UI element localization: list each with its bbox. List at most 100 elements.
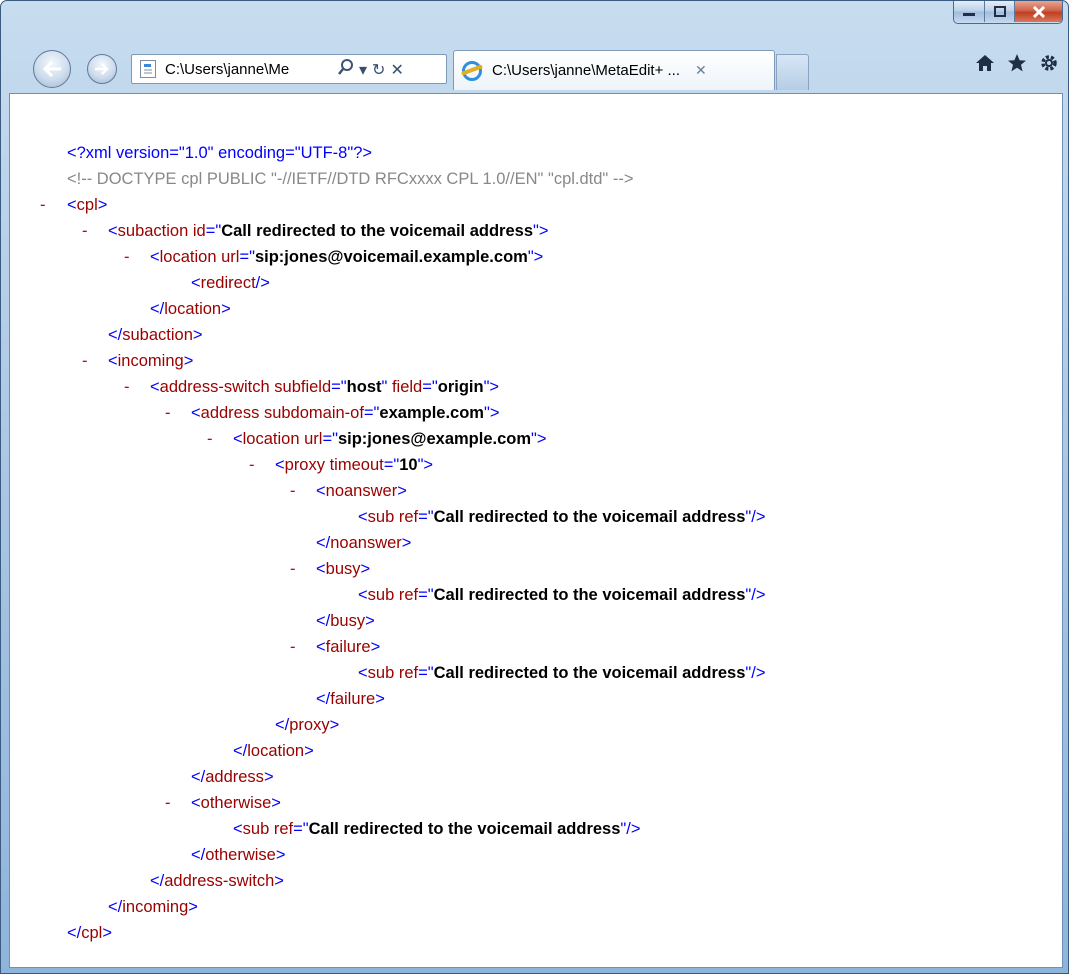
collapse-toggle[interactable]: - — [124, 374, 130, 400]
back-arrow-icon — [42, 60, 61, 78]
collapse-toggle[interactable]: - — [82, 348, 88, 374]
attr-name: ref — [398, 664, 419, 682]
search-dropdown-icon[interactable]: ▾ — [359, 60, 367, 79]
tag-name: location — [159, 248, 217, 266]
search-icon[interactable] — [338, 59, 354, 79]
back-button[interactable] — [33, 50, 71, 88]
tag-name: proxy — [284, 456, 325, 474]
tag-name: incoming — [122, 898, 189, 916]
attr-name: subdomain-of — [263, 404, 364, 422]
attr-value: Call redirected to the voicemail address — [433, 664, 746, 682]
address-switch-open-line: - <address-switch subfield="host" field="… — [10, 374, 1062, 400]
tag-name: otherwise — [205, 846, 276, 864]
close-window-button[interactable] — [1014, 1, 1062, 22]
subaction-close-line: </subaction> — [108, 326, 203, 344]
proxy-open-line: - <proxy timeout="10"> — [10, 452, 1062, 478]
sub-line: <sub ref="Call redirected to the voicema… — [358, 664, 766, 682]
attr-name: url — [221, 248, 240, 266]
doctype-comment: <!-- DOCTYPE cpl PUBLIC "-//IETF//DTD RF… — [67, 170, 634, 188]
address-close-line: </address> — [191, 768, 274, 786]
attr-value: Call redirected to the voicemail address — [433, 586, 746, 604]
redirect-line: <redirect/> — [191, 274, 270, 292]
tag-name: busy — [330, 612, 366, 630]
home-icon[interactable] — [974, 53, 996, 78]
attr-value: Call redirected to the voicemail address — [308, 820, 621, 838]
attr-value: origin — [437, 378, 484, 396]
busy-close-line: </busy> — [316, 612, 375, 630]
tag-name: failure — [325, 638, 371, 656]
minimize-icon — [963, 12, 975, 16]
attr-value: Call redirected to the voicemail address — [221, 222, 534, 240]
browser-window: C:\Users\janne\Me ▾ ↻ ✕ C:\Users\janne\M… — [0, 0, 1069, 974]
incoming-open-line: - <incoming> — [10, 348, 1062, 374]
tag-name: sub — [367, 586, 395, 604]
favorites-star-icon[interactable] — [1006, 53, 1028, 78]
collapse-toggle[interactable]: - — [40, 192, 46, 218]
busy-open-line: - <busy> — [10, 556, 1062, 582]
address-switch-close-line: </address-switch> — [150, 872, 284, 890]
collapse-toggle[interactable]: - — [165, 790, 171, 816]
navigation-bar: C:\Users\janne\Me ▾ ↻ ✕ C:\Users\janne\M… — [1, 45, 1068, 93]
cpl-open-line: - <cpl> — [10, 192, 1062, 218]
attr-value: sip:jones@voicemail.example.com — [254, 248, 528, 266]
attr-name: subfield — [274, 378, 332, 396]
doctype-comment-line: <!-- DOCTYPE cpl PUBLIC "-//IETF//DTD RF… — [10, 166, 1062, 192]
tag-name: subaction — [122, 326, 193, 344]
collapse-toggle[interactable]: - — [207, 426, 213, 452]
tag-name: address-switch — [164, 872, 275, 890]
tag-name: noanswer — [330, 534, 402, 552]
address-url[interactable]: C:\Users\janne\Me — [165, 61, 333, 78]
tag-name: address-switch — [159, 378, 270, 396]
incoming-close-line: </incoming> — [108, 898, 198, 916]
forward-button[interactable] — [87, 54, 117, 84]
noanswer-close-line: </noanswer> — [316, 534, 412, 552]
attr-name: id — [192, 222, 206, 240]
collapse-toggle[interactable]: - — [165, 400, 171, 426]
refresh-icon[interactable]: ↻ — [372, 60, 385, 79]
tag-name: sub — [242, 820, 270, 838]
stop-icon[interactable]: ✕ — [390, 60, 403, 79]
failure-close-line: </failure> — [316, 690, 385, 708]
attr-value: host — [346, 378, 382, 396]
attr-name: ref — [273, 820, 294, 838]
tag-name: noanswer — [325, 482, 398, 500]
attr-name: url — [304, 430, 323, 448]
subaction-open-line: - <subaction id="Call redirected to the v… — [10, 218, 1062, 244]
collapse-toggle[interactable]: - — [124, 244, 130, 270]
tag-name: incoming — [117, 352, 184, 370]
location-close-line-2: </location> — [233, 742, 314, 760]
attr-value: Call redirected to the voicemail address — [433, 508, 746, 526]
sub-line: <sub ref="Call redirected to the voicema… — [233, 820, 641, 838]
tag-name: sub — [367, 664, 395, 682]
otherwise-close-line: </otherwise> — [191, 846, 286, 864]
attr-name: ref — [398, 586, 419, 604]
collapse-toggle[interactable]: - — [249, 452, 255, 478]
maximize-button[interactable] — [984, 1, 1014, 22]
tab-title: C:\Users\janne\MetaEdit+ ... — [492, 62, 680, 79]
close-icon — [1032, 5, 1045, 18]
cpl-close-line: </cpl> — [67, 924, 112, 942]
attr-value: example.com — [379, 404, 484, 422]
address-bar[interactable]: C:\Users\janne\Me ▾ ↻ ✕ — [131, 54, 447, 84]
tag-name: cpl — [76, 196, 98, 214]
new-tab-button[interactable] — [776, 54, 809, 90]
tag-name: location — [242, 430, 300, 448]
attr-name: field — [391, 378, 423, 396]
collapse-toggle[interactable]: - — [290, 478, 296, 504]
tag-name: address — [205, 768, 264, 786]
collapse-toggle[interactable]: - — [290, 556, 296, 582]
address-open-line: - <address subdomain-of="example.com"> — [10, 400, 1062, 426]
forward-arrow-icon — [95, 63, 109, 75]
location-open-line: - <location url="sip:jones@voicemail.exam… — [10, 244, 1062, 270]
page-icon — [140, 60, 156, 78]
tab-close-icon[interactable]: ✕ — [695, 63, 707, 79]
collapse-toggle[interactable]: - — [82, 218, 88, 244]
collapse-toggle[interactable]: - — [290, 634, 296, 660]
tag-name: busy — [325, 560, 361, 578]
caption-buttons — [953, 1, 1063, 24]
browser-tab[interactable]: C:\Users\janne\MetaEdit+ ... ✕ — [453, 50, 775, 90]
tag-name: failure — [330, 690, 376, 708]
tools-gear-icon[interactable] — [1038, 53, 1060, 78]
minimize-button[interactable] — [954, 1, 984, 22]
ie-logo-icon — [462, 60, 482, 81]
